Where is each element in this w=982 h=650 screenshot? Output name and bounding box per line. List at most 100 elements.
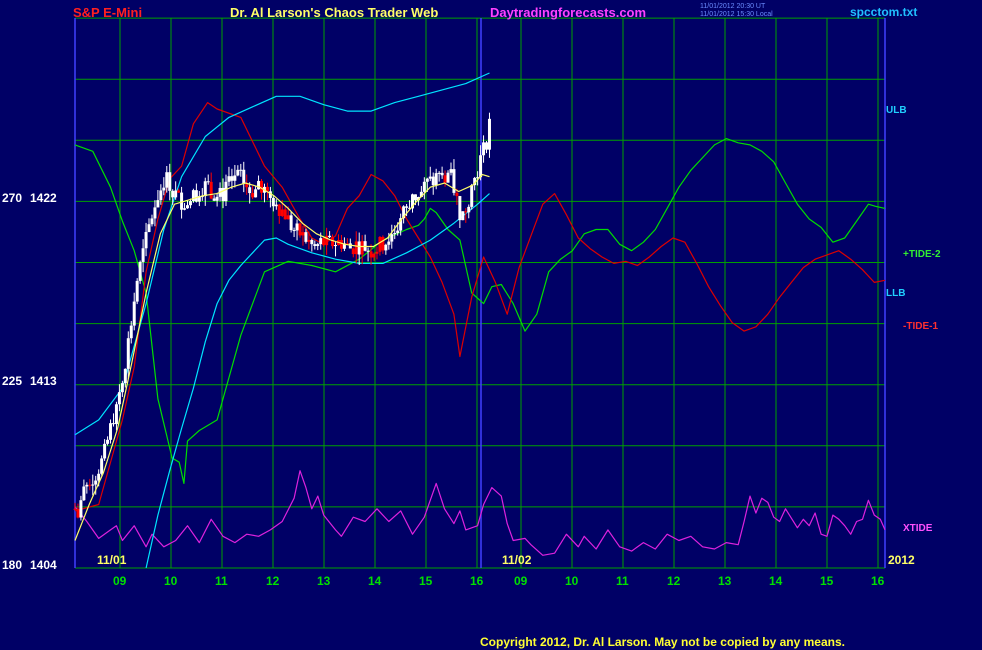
candle-body	[203, 181, 207, 197]
candle-body	[114, 404, 118, 425]
candle-body	[135, 280, 139, 302]
candle-body	[366, 250, 370, 252]
candle-body	[313, 244, 317, 246]
x-tick-label: 10	[164, 574, 178, 588]
y-tick-cycle-225: 225	[2, 374, 23, 388]
candle-body	[461, 211, 465, 221]
candle-body	[378, 236, 382, 252]
candle-body	[301, 232, 305, 236]
candle-body	[390, 234, 394, 242]
data-file-label: spcctom.txt	[850, 5, 918, 19]
x-tick-label: 14	[368, 574, 382, 588]
candle-body	[186, 205, 189, 209]
candle-body	[147, 224, 151, 232]
candle-body	[88, 484, 92, 486]
candle-body	[236, 169, 240, 176]
candle-body	[126, 338, 130, 369]
y-tick-price-1413: 1413	[30, 374, 57, 388]
x-tick-label: 15	[820, 574, 834, 588]
candle-body	[159, 190, 163, 201]
candle-body	[289, 215, 293, 231]
candle-body	[242, 169, 246, 184]
y-tick-price-1404: 1404	[30, 558, 57, 572]
candle-body	[372, 253, 376, 258]
candle-body	[277, 204, 281, 216]
year-label: 2012	[888, 553, 915, 567]
candle-body	[111, 423, 115, 425]
candle-body	[292, 230, 296, 232]
candle-body	[470, 185, 474, 207]
candle-body	[123, 368, 127, 384]
x-tick-label: 13	[718, 574, 732, 588]
candle-body	[224, 181, 228, 202]
candle-body	[132, 301, 136, 326]
candle-body	[230, 176, 234, 181]
candle-body	[85, 484, 89, 487]
candle-body	[375, 251, 379, 254]
x-tick-label: 12	[667, 574, 681, 588]
candle-body	[440, 172, 444, 176]
candle-body	[482, 142, 486, 156]
candle-body	[310, 239, 314, 245]
timestamp-ut: 11/01/2012 20:30 UT	[700, 3, 766, 10]
candle-body	[464, 211, 468, 213]
candle-body	[354, 241, 358, 255]
candle-body	[487, 118, 491, 150]
candle-body	[458, 196, 462, 221]
candle-body	[428, 176, 432, 179]
candle-body	[369, 251, 373, 258]
candle-body	[245, 183, 249, 188]
x-tick-label: 10	[565, 574, 579, 588]
candle-body	[260, 180, 264, 193]
candle-body	[141, 248, 145, 262]
candle-body	[283, 209, 287, 220]
candle-body	[455, 192, 459, 197]
legend-tide1: -TIDE-1	[903, 321, 938, 332]
candle-body	[106, 439, 110, 444]
candle-body	[254, 189, 258, 198]
candle-body	[248, 187, 252, 194]
candle-body	[215, 196, 219, 201]
candle-body	[422, 181, 426, 192]
candle-body	[434, 173, 438, 186]
candle-body	[384, 244, 388, 251]
candle-body	[251, 193, 255, 198]
candle-body	[171, 190, 175, 198]
candle-body	[153, 207, 157, 219]
candle-body	[120, 383, 124, 393]
candle-body	[360, 241, 364, 255]
candle-body	[233, 175, 237, 181]
legend-tide2: +TIDE-2	[903, 249, 941, 260]
candle-body	[393, 232, 397, 235]
candle-body	[150, 218, 154, 225]
candle-body	[295, 223, 299, 231]
candle-body	[103, 443, 107, 459]
candle-body	[117, 392, 121, 405]
candle-body	[387, 241, 391, 245]
legend-ulb: ULB	[886, 105, 907, 116]
chart-title: Dr. Al Larson's Chaos Trader Web	[230, 5, 439, 20]
candle-body	[357, 241, 361, 255]
legend-llb: LLB	[886, 288, 906, 299]
candle-body	[191, 190, 195, 202]
candle-body	[168, 172, 172, 191]
candle-body	[431, 176, 435, 186]
candle-body	[239, 169, 243, 171]
timestamp-local: 11/01/2012 15:30 Local	[700, 11, 773, 18]
candle-body	[405, 206, 409, 208]
candle-body	[274, 204, 278, 207]
candle-body	[174, 190, 178, 198]
y-tick-cycle-180: 180	[2, 558, 23, 572]
candle-body	[183, 208, 187, 210]
chart-grid	[0, 0, 982, 650]
x-tick-label: 11	[616, 574, 629, 588]
candle-body	[316, 244, 320, 246]
candle-body	[257, 180, 261, 190]
candle-body	[188, 201, 192, 206]
candle-body	[129, 325, 133, 339]
x-tick-label: 12	[266, 574, 280, 588]
site-link[interactable]: Daytradingforecasts.com	[490, 5, 646, 20]
candle-body	[351, 248, 355, 255]
candle-body	[177, 190, 181, 193]
candle-body	[467, 206, 471, 213]
